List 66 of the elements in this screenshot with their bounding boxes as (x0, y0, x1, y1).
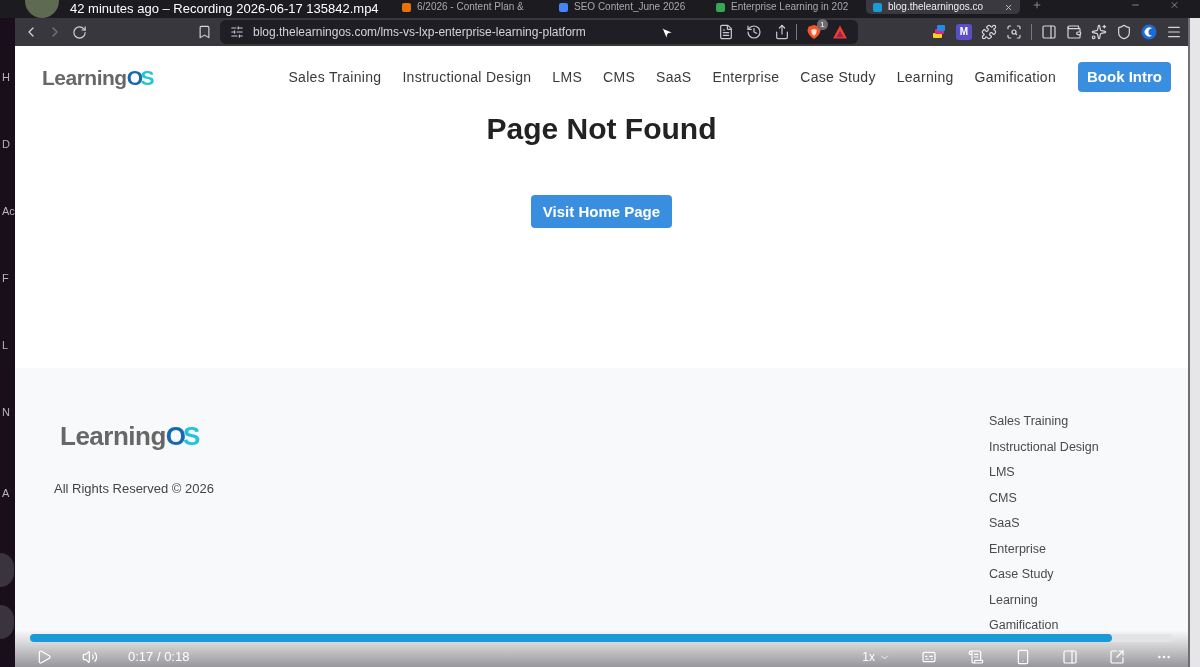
partial-label: L (1, 339, 10, 351)
partial-label: D (1, 138, 11, 150)
footer-link[interactable]: Enterprise (989, 540, 1046, 557)
browser-tab[interactable]: 6/2026 - Content Plan & (395, 0, 549, 14)
nav-link[interactable]: SaaS (656, 68, 692, 86)
time-display: 0:17 / 0:18 (128, 649, 190, 665)
recording-title: 42 minutes ago – Recording 2026-06-17 135842.mp4 (70, 1, 379, 17)
copyright-text: All Rights Reserved © 2026 (54, 481, 214, 497)
phone-icon[interactable] (1015, 649, 1031, 665)
logo[interactable]: LearningOS (60, 421, 200, 451)
crescent-logo-icon[interactable] (1141, 24, 1157, 40)
nav-link[interactable]: Sales Training (288, 68, 382, 86)
sliders-icon[interactable] (230, 25, 244, 39)
address-text: blog.thelearningos.com/lms-vs-lxp-enterprise-learning-platform (253, 24, 586, 40)
new-tab-icon[interactable] (1032, 0, 1042, 10)
logo[interactable]: LearningOS (42, 66, 154, 88)
footer-link[interactable]: Instructional Design (989, 438, 1099, 455)
footer-link[interactable]: Sales Training (989, 413, 1069, 430)
footer-link[interactable]: SaaS (989, 515, 1020, 532)
share-icon[interactable] (774, 24, 790, 40)
nav-link[interactable]: Learning (896, 68, 954, 86)
transcript-icon[interactable] (968, 649, 984, 665)
nav-link[interactable]: Case Study (800, 68, 876, 86)
browser-tab[interactable]: Enterprise Learning in 202 (709, 0, 863, 14)
bookmark-icon[interactable] (197, 24, 212, 40)
captions-icon[interactable] (921, 649, 937, 665)
shield-logo-icon[interactable] (806, 24, 822, 40)
nav-link[interactable]: Enterprise (712, 68, 780, 86)
browser-tab[interactable]: SEO Content_June 2026 (552, 0, 706, 14)
partial-label: A (1, 487, 11, 499)
history-icon[interactable] (746, 24, 762, 40)
close-tab-icon[interactable] (1004, 2, 1013, 12)
sidebar-icon[interactable] (1041, 24, 1057, 40)
footer-link[interactable]: LMS (989, 464, 1015, 481)
nav-link[interactable]: CMS (603, 68, 636, 86)
footer-link[interactable]: Learning (989, 591, 1038, 608)
partial-label: H (1, 71, 11, 83)
address-bar[interactable]: blog.thelearningos.com/lms-vs-lxp-enterprise-learning-platform 1 (220, 20, 858, 44)
shield-icon[interactable] (1116, 24, 1132, 40)
reload-icon[interactable] (72, 24, 87, 40)
puzzle-icon[interactable] (981, 24, 997, 40)
mouse-pointer-icon (660, 25, 674, 41)
partial-label: F (1, 272, 10, 284)
menu-icon[interactable] (1166, 24, 1182, 40)
footer-link[interactable]: Case Study (989, 566, 1054, 583)
wallet-icon[interactable] (1066, 24, 1082, 40)
play-icon[interactable] (36, 649, 52, 665)
volume-icon[interactable] (82, 649, 98, 665)
layers-logo-icon[interactable] (931, 24, 947, 40)
nav-link[interactable]: Gamification (974, 68, 1056, 86)
partial-label: N (1, 406, 11, 418)
footer-link[interactable]: Gamification (989, 617, 1059, 634)
footer-link[interactable]: CMS (989, 489, 1017, 506)
nav-link[interactable]: Instructional Design (402, 68, 532, 86)
document-icon[interactable] (718, 24, 734, 40)
scan-search-icon[interactable] (1006, 24, 1022, 40)
avatar-icon (25, 0, 59, 18)
extension-button[interactable]: M (956, 24, 972, 40)
browser-tab[interactable]: blog.thelearningos.co (866, 0, 1020, 14)
triangle-logo-icon[interactable] (832, 24, 848, 40)
popout-icon[interactable] (1109, 649, 1125, 665)
page-heading: Page Not Found (486, 111, 717, 147)
notification-badge: 1 (817, 19, 828, 30)
sparkles-icon[interactable] (1091, 24, 1107, 40)
nav-link[interactable]: LMS (552, 68, 583, 86)
partial-label: Ac (1, 205, 15, 217)
